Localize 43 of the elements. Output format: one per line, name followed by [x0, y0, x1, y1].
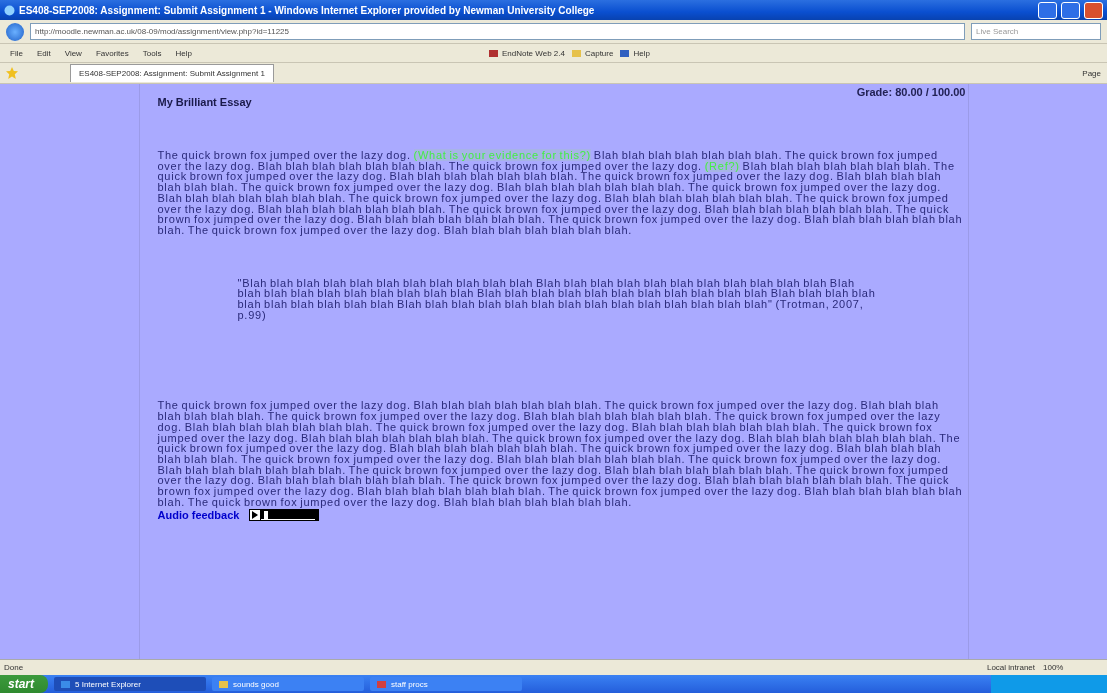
essay-paragraph: The quick brown fox jumped over the lazy dog. (What is your evidence for this?) Blah blah blah blah blah blah blah. The quick brown fox jumped over the lazy dog. Blah blah blah blah blah blah blah. The quick brown fox jumped over the lazy dog. (Ref?) Blah blah blah blah blah blah blah. The quick brown fox jumped over the lazy dog. Blah blah blah blah blah blah blah. The quick brown fox jumped over the lazy dog. Blah blah blah blah blah blah blah. The quick brown fox jumped over the lazy dog. Blah blah blah blah blah blah blah. The quick brown fox jumped over the lazy dog. Blah blah blah blah blah blah blah. The quick brown fox jumped over the lazy dog. Blah blah blah blah blah blah blah. The quick brown fox jumped over the lazy dog. Blah blah blah blah blah blah blah. The quick brown fox jumped over the lazy dog. Blah blah blah blah blah blah blah. The quick brown fox jumped over the lazy dog. Blah blah blah blah blah blah blah. The quick brown fox jumped over the lazy dog. Blah blah blah blah blah blah blah. The quick brown fox jumped over the lazy dog. Blah blah blah blah blah blah blah.: [157, 150, 964, 236]
window-title: ES408-SEP2008: Assignment: Submit Assignment 1 - Windows Internet Explorer provided by Newman University College: [19, 4, 596, 16]
audio-player[interactable]: [249, 509, 320, 522]
start-button[interactable]: start: [0, 675, 48, 693]
window-icon: [60, 678, 71, 690]
toolbar-link[interactable]: Help: [619, 47, 650, 59]
menu-item[interactable]: File: [6, 48, 27, 58]
security-zone: Local intranet: [986, 663, 1035, 672]
window-icon: [218, 678, 229, 690]
link-icon: [487, 47, 499, 59]
link-icon: [619, 47, 631, 59]
toolbar-link[interactable]: EndNote Web 2.4: [487, 47, 565, 59]
grade-text: Grade: 80.00 / 100.00: [856, 86, 966, 98]
star-icon[interactable]: [6, 67, 18, 79]
quotation-paragraph: "Blah blah blah blah blah blah blah blah blah blah blah Blah blah blah blah blah blah blah blah blah blah blah Blah blah blah blah blah blah blah blah blah blah Blah blah blah blah blah blah blah blah blah blah blah Blah blah blah blah blah blah blah blah blah blah Blah blah blah blah blah blah blah blah blah blah blah blah blah blah" (Trotman, 2007, p.99): [237, 277, 877, 321]
address-field[interactable]: http://moodle.newman.ac.uk/08-09/mod/assignment/view.php?id=11225: [30, 23, 965, 40]
taskbar-button[interactable]: sounds good: [212, 677, 364, 691]
menu-item[interactable]: Favorites: [91, 48, 133, 58]
browser-tab[interactable]: ES408-SEP2008: Assignment: Submit Assignment 1: [70, 64, 274, 82]
feedback-comment: (Ref?): [704, 159, 740, 172]
play-icon[interactable]: [250, 510, 261, 521]
close-button[interactable]: [1084, 1, 1103, 19]
page-menu[interactable]: Page: [1082, 68, 1101, 78]
minimize-button[interactable]: [1038, 1, 1057, 19]
status-text: Done: [4, 663, 25, 672]
taskbar-button[interactable]: staff procs: [370, 677, 522, 691]
link-icon: [570, 47, 582, 59]
taskbar-button[interactable]: 5 Internet Explorer: [54, 677, 206, 691]
maximize-button[interactable]: [1061, 1, 1080, 19]
audio-position-thumb[interactable]: [263, 510, 268, 519]
essay-paragraph: The quick brown fox jumped over the lazy dog. Blah blah blah blah blah blah blah. The quick brown fox jumped over the lazy dog. Blah blah blah blah blah blah blah. The quick brown fox jumped over the lazy dog. Blah blah blah blah blah blah blah. The quick brown fox jumped over the lazy dog. Blah blah blah blah blah blah blah. The quick brown fox jumped over the lazy dog. Blah blah blah blah blah blah blah. The quick brown fox jumped over the lazy dog. Blah blah blah blah blah blah blah. The quick brown fox jumped over the lazy dog. Blah blah blah blah blah blah blah. The quick brown fox jumped over the lazy dog. Blah blah blah blah blah blah blah. The quick brown fox jumped over the lazy dog. Blah blah blah blah blah blah blah. The quick brown fox jumped over the lazy dog. Blah blah blah blah blah blah blah. The quick brown fox jumped over the lazy dog. Blah blah blah blah blah blah blah. The quick brown fox jumped over the lazy dog. Blah blah blah blah blah blah blah. The quick brown fox jumped over the lazy dog. Blah blah blah blah blah blah blah. The quick brown fox jumped over the lazy dog. Blah blah blah blah blah blah blah. The quick brown fox jumped over the lazy dog. Blah blah blah blah blah blah blah. The quick brown fox jumped over the lazy dog. Blah blah blah blah blah blah blah. The quick brown fox jumped over the lazy dog. Blah blah blah blah blah blah blah.: [157, 400, 964, 508]
zoom-level[interactable]: 100%: [1043, 663, 1103, 672]
menu-item[interactable]: Help: [171, 48, 196, 58]
menu-item[interactable]: View: [60, 48, 86, 58]
menu-item[interactable]: Edit: [32, 48, 55, 58]
essay-title: My Brilliant Essay: [157, 96, 253, 108]
menu-item[interactable]: Tools: [138, 48, 166, 58]
window-icon: [376, 678, 387, 690]
toolbar-link[interactable]: Capture: [570, 47, 614, 59]
back-button[interactable]: [6, 22, 24, 41]
browser-icon: [4, 4, 15, 16]
audio-feedback-label: Audio feedback: [157, 509, 240, 522]
feedback-comment: (What is your evidence for this?): [413, 149, 591, 161]
